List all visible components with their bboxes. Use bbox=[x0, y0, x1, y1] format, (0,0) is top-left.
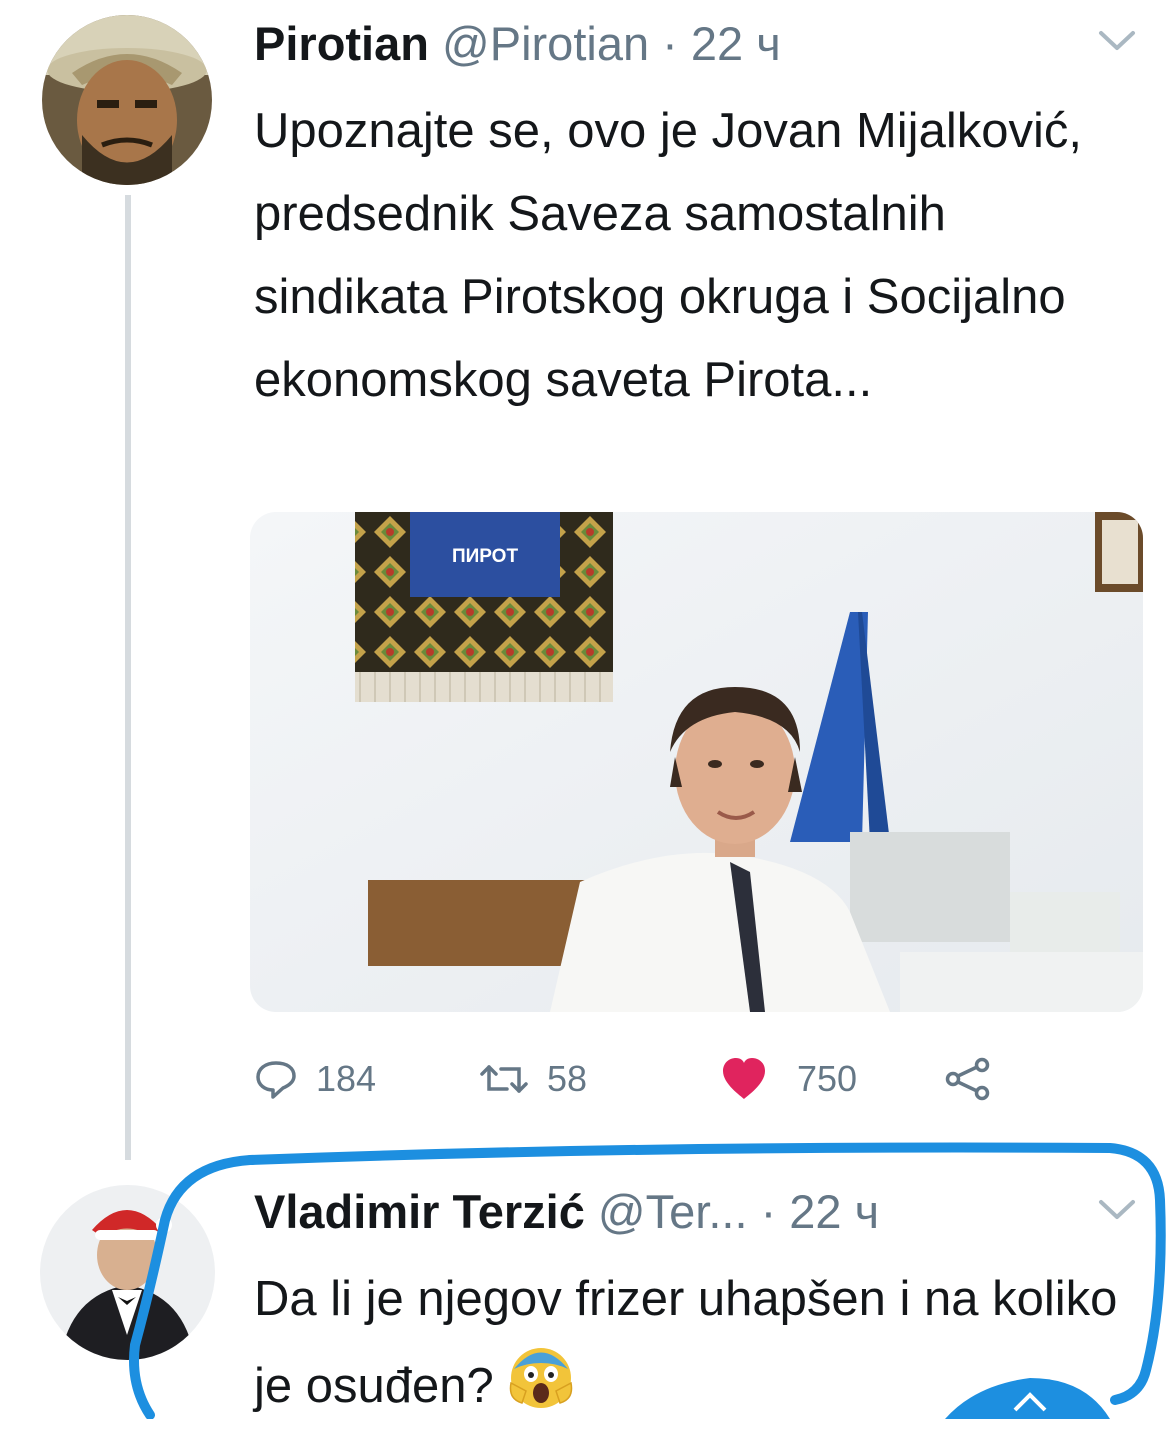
retweet-count: 58 bbox=[547, 1058, 588, 1099]
reply-text: Da li je njegov frizer uhapšen i na koli… bbox=[254, 1258, 1134, 1437]
retweet-button[interactable]: 58 bbox=[479, 1057, 587, 1101]
chevron-down-icon[interactable] bbox=[1097, 28, 1137, 54]
author-avatar[interactable] bbox=[42, 15, 212, 185]
reply-count: 184 bbox=[316, 1058, 377, 1099]
author-name[interactable]: Pirotian bbox=[254, 17, 429, 70]
reply-time[interactable]: · 22 ч bbox=[761, 1185, 880, 1238]
reply-author-handle[interactable]: @Ter... bbox=[598, 1185, 748, 1238]
tweet-text: Upoznajte se, ovo je Jovan Mijalković, p… bbox=[254, 104, 1082, 407]
reply-bubble-icon bbox=[256, 1061, 296, 1099]
retweet-icon bbox=[480, 1065, 528, 1093]
tweet-time[interactable]: · 22 ч bbox=[662, 17, 781, 70]
reply-button[interactable]: 184 bbox=[254, 1057, 376, 1101]
reply-text-content: Da li je njegov frizer uhapšen i na koli… bbox=[254, 1272, 1118, 1413]
tweet-photo[interactable]: ПИРОТ bbox=[250, 512, 1143, 1012]
reply-author-name[interactable]: Vladimir Terzić bbox=[254, 1185, 585, 1238]
share-icon bbox=[945, 1057, 990, 1101]
heart-icon bbox=[723, 1058, 765, 1099]
tweet-header: Pirotian @Pirotian · 22 ч bbox=[254, 16, 781, 72]
rug-label: ПИРОТ bbox=[451, 546, 519, 567]
like-count: 750 bbox=[797, 1058, 858, 1099]
share-button[interactable] bbox=[944, 1057, 992, 1101]
chevron-down-icon[interactable] bbox=[1097, 1197, 1137, 1223]
thread-connector-line bbox=[125, 195, 131, 1160]
like-button[interactable]: 750 bbox=[719, 1055, 857, 1103]
screaming-face-emoji-icon bbox=[506, 1341, 576, 1437]
tweet-actions: 184 58 750 bbox=[254, 1052, 1074, 1112]
person-avatar-icon bbox=[42, 15, 212, 185]
reply-header: Vladimir Terzić @Ter... · 22 ч bbox=[254, 1184, 879, 1240]
person-avatar-icon bbox=[40, 1185, 215, 1360]
reply-author-avatar[interactable] bbox=[40, 1185, 215, 1360]
author-handle[interactable]: @Pirotian bbox=[442, 17, 649, 70]
